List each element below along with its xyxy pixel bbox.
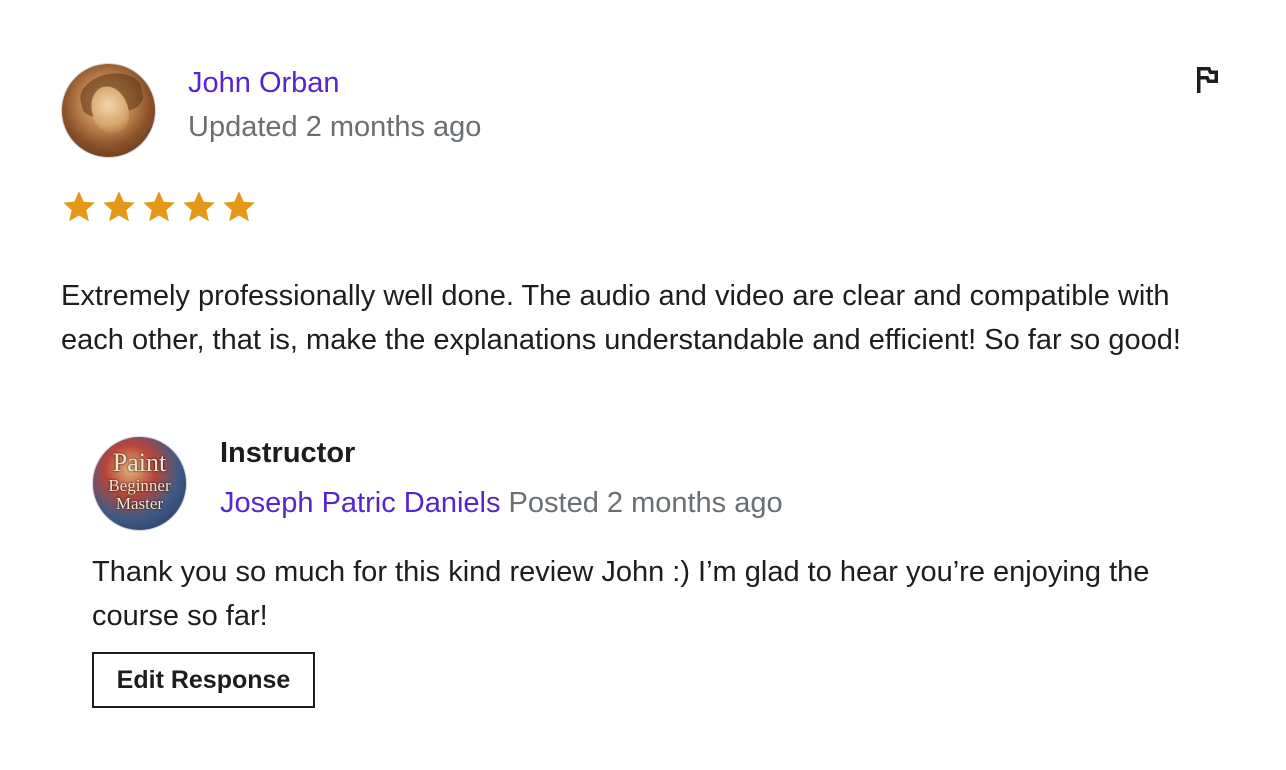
review-card: John Orban Updated 2 months ago Extremel… [0, 0, 1286, 770]
instructor-name-link[interactable]: Joseph Patric Daniels [220, 487, 500, 519]
logo-line-master: Master [115, 494, 164, 513]
star-icon [103, 191, 135, 222]
star-rating [61, 189, 257, 225]
instructor-line: Joseph Patric Daniels Posted 2 months ag… [220, 487, 783, 520]
instructor-label: Instructor [220, 437, 356, 469]
reviewer-avatar [61, 63, 156, 158]
edit-response-button[interactable]: Edit Response [92, 652, 315, 708]
star-icon [143, 191, 175, 222]
response-posted-time: Posted 2 months ago [508, 487, 783, 519]
star-icon [223, 191, 255, 222]
logo-line-paint: Paint [112, 448, 167, 477]
reviewer-updated-time: Updated 2 months ago [188, 111, 482, 143]
report-flag-button[interactable] [1190, 62, 1224, 96]
flag-icon [1197, 67, 1218, 93]
review-comment: Extremely professionally well done. The … [61, 280, 1181, 356]
instructor-response-text: Thank you so much for this kind review J… [92, 556, 1150, 632]
star-icon [63, 191, 95, 222]
instructor-avatar: Paint Beginner Master [92, 436, 187, 531]
logo-line-beginner: Beginner [108, 476, 171, 495]
instructor-avatar-logo: Paint Beginner Master [93, 449, 186, 513]
star-icon [183, 191, 215, 222]
reviewer-name-link[interactable]: John Orban [188, 67, 340, 100]
